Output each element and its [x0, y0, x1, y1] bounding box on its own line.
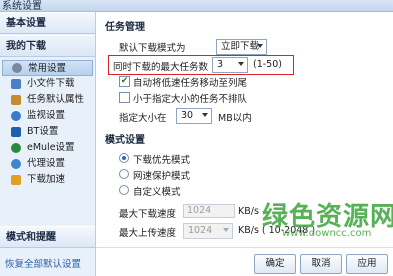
monitor-icon [11, 111, 21, 121]
gear-icon [12, 63, 22, 73]
max-up-value: 1024 [188, 225, 213, 236]
no-queue-checkbox[interactable] [119, 92, 130, 103]
default-mode-label: 默认下载模式为 [119, 43, 186, 54]
radio-download-priority[interactable] [119, 153, 129, 163]
mode-option-label: 网速保护模式 [133, 171, 191, 182]
sidebar: 基本设置 我的下载 常用设置 小文件下载 任务默认属性 监视设置 BT设置 eM… [0, 12, 96, 276]
auto-move-checkbox[interactable]: ✔ [119, 76, 130, 87]
title-bar: 系统设置 [0, 0, 393, 12]
emule-icon [11, 143, 21, 153]
sidebar-item-label: 代理设置 [27, 158, 66, 169]
chevron-down-icon [257, 44, 263, 48]
footer-divider [96, 247, 393, 248]
sidebar-item-small-file[interactable]: 小文件下载 [0, 76, 95, 92]
max-tasks-value: 3 [217, 59, 224, 70]
apply-button[interactable]: 应用 [346, 254, 388, 274]
sidebar-header-basic[interactable]: 基本设置 [0, 12, 95, 34]
cancel-button[interactable]: 取消 [300, 254, 342, 274]
window-title: 系统设置 [2, 1, 42, 12]
sidebar-item-label: 常用设置 [28, 63, 67, 74]
radio-custom[interactable] [119, 185, 129, 195]
sidebar-item-label: 下载加速 [27, 174, 66, 185]
size-label: 指定大小在 [119, 113, 167, 124]
sidebar-item-label: 任务默认属性 [27, 94, 85, 105]
sidebar-item-proxy[interactable]: 代理设置 [0, 156, 95, 172]
sidebar-item-emule[interactable]: eMule设置 [0, 140, 95, 156]
task-mgmt-title: 任务管理 [105, 22, 145, 33]
default-mode-value: 立即下载 [221, 41, 260, 52]
sidebar-item-label: 监视设置 [27, 110, 66, 121]
max-up-label: 最大上传速度 [119, 228, 177, 239]
proxy-icon [11, 159, 21, 169]
mode-option-label: 下载优先模式 [133, 155, 191, 166]
mode-option-label: 自定义模式 [133, 187, 181, 198]
radio-speed-protect[interactable] [119, 169, 129, 179]
bt-icon [11, 127, 21, 137]
sidebar-item-monitor[interactable]: 监视设置 [0, 108, 95, 124]
max-tasks-label: 同时下载的最大任务数 [113, 62, 209, 73]
sidebar-nav: 常用设置 小文件下载 任务默认属性 监视设置 BT设置 eMule设置 代理设置 [0, 60, 95, 188]
sidebar-item-task-default[interactable]: 任务默认属性 [0, 92, 95, 108]
chevron-down-icon [238, 62, 244, 66]
sidebar-item-bt[interactable]: BT设置 [0, 124, 95, 140]
size-value: 30 [181, 110, 194, 121]
sidebar-item-accelerate[interactable]: 下载加速 [0, 172, 95, 188]
watermark-url: www.downcc.com [282, 228, 372, 239]
max-down-input[interactable]: 1024 [183, 204, 235, 218]
size-unit: MB以内 [218, 113, 252, 124]
sidebar-item-label: 小文件下载 [27, 78, 75, 89]
mode-title: 模式设置 [105, 135, 145, 146]
chevron-down-icon [223, 228, 229, 232]
max-down-label: 最大下载速度 [119, 209, 177, 220]
sidebar-header-mode[interactable]: 模式和提醒 [0, 226, 95, 248]
max-up-select[interactable]: 1024 [183, 223, 233, 239]
default-mode-select[interactable]: 立即下载 [216, 39, 267, 55]
max-tasks-range: (1-50) [253, 59, 282, 70]
sidebar-item-label: BT设置 [27, 126, 59, 137]
ok-button[interactable]: 确定 [254, 254, 296, 274]
sidebar-item-label: eMule设置 [27, 142, 75, 153]
max-tasks-select[interactable]: 3 [212, 57, 248, 73]
lightning-icon [11, 175, 21, 185]
sidebar-header-download[interactable]: 我的下载 [0, 35, 95, 57]
size-select[interactable]: 30 [176, 108, 212, 124]
task-icon [11, 95, 21, 105]
restore-defaults-link[interactable]: 恢复全部默认设置 [5, 256, 81, 270]
file-icon [11, 79, 21, 89]
max-down-unit: KB/s [238, 206, 259, 217]
chevron-down-icon [202, 113, 208, 117]
auto-move-label: 自动将低速任务移动至列尾 [133, 78, 248, 89]
no-queue-label: 小于指定大小的任务不排队 [133, 94, 248, 105]
sidebar-item-common[interactable]: 常用设置 [2, 60, 93, 76]
